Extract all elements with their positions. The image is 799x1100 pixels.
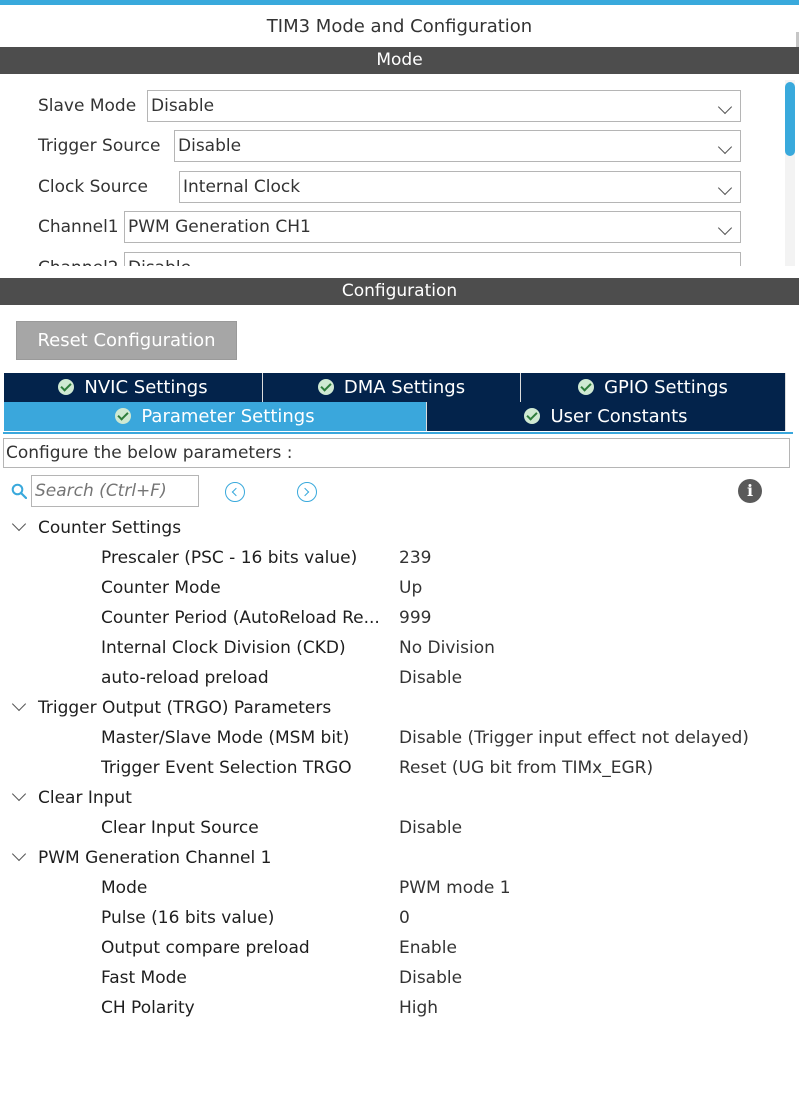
param-ch-polarity-value[interactable]: High [399,993,438,1023]
check-circle-icon [115,408,132,424]
group-pwm-channel1[interactable]: PWM Generation Channel 1 [38,843,271,873]
configure-caption: Configure the below parameters : [3,438,790,468]
param-counter-period-name: Counter Period (AutoReload Re... [101,608,380,628]
mode-row-slave-mode: Slave Mode Disable [38,90,741,122]
param-msm-value[interactable]: Disable (Trigger input effect not delaye… [399,723,749,753]
param-clock-division-name: Internal Clock Division (CKD) [101,638,346,658]
trigger-source-label: Trigger Source [38,136,161,156]
check-circle-icon [578,379,595,395]
search-prev-button[interactable] [225,482,245,502]
channel2-value: Disable [128,258,191,266]
param-prescaler-name: Prescaler (PSC - 16 bits value) [101,548,358,568]
channel1-select[interactable]: PWM Generation CH1 [124,211,741,243]
tab-label: User Constants [550,406,688,427]
chevron-down-icon [717,180,733,196]
tab-parameter-settings[interactable]: Parameter Settings [4,402,427,431]
param-pwm-mode-name: Mode [101,878,148,898]
chevron-down-icon [717,261,733,266]
trigger-source-select[interactable]: Disable [174,130,741,162]
param-clear-input-source-value[interactable]: Disable [399,813,462,843]
chevron-left-icon [231,487,241,497]
channel2-label: Channel2 [38,252,119,266]
trigger-source-value: Disable [178,136,242,156]
param-msm-name: Master/Slave Mode (MSM bit) [101,728,350,748]
mode-row-channel2: Channel2 Disable [38,252,741,266]
search-next-button[interactable] [297,482,317,502]
channel1-value: PWM Generation CH1 [128,217,311,237]
mode-row-channel1: Channel1 PWM Generation CH1 [38,211,741,243]
param-pwm-mode-value[interactable]: PWM mode 1 [399,873,511,903]
param-output-compare-preload-value[interactable]: Enable [399,933,457,963]
tab-label: NVIC Settings [84,377,208,398]
param-trgo-name: Trigger Event Selection TRGO [101,758,352,778]
channel2-select[interactable]: Disable [124,252,741,266]
chevron-down-icon [717,220,733,236]
param-fast-mode-name: Fast Mode [101,968,187,988]
tab-user-constants[interactable]: User Constants [427,402,786,431]
clock-source-label: Clock Source [38,177,148,197]
group-counter-settings[interactable]: Counter Settings [38,513,181,543]
clock-source-value: Internal Clock [183,177,301,197]
window-title: TIM3 Mode and Configuration [0,5,799,47]
tab-label: DMA Settings [343,377,466,398]
reset-configuration-button[interactable]: Reset Configuration [16,321,237,360]
param-prescaler-value[interactable]: 239 [399,543,431,573]
tab-label: Parameter Settings [141,406,315,427]
mode-row-clock-source: Clock Source Internal Clock [38,171,741,203]
param-autoreload-preload-value[interactable]: Disable [399,663,462,693]
check-circle-icon [58,379,75,395]
param-pulse-name: Pulse (16 bits value) [101,908,275,928]
param-counter-mode-value[interactable]: Up [399,573,422,603]
slave-mode-label: Slave Mode [38,96,137,116]
check-circle-icon [524,408,541,424]
tab-dma-settings[interactable]: DMA Settings [263,373,521,402]
chevron-right-icon [300,487,310,497]
param-counter-period-value[interactable]: 999 [399,603,431,633]
group-clear-input[interactable]: Clear Input [38,783,132,813]
tab-label: GPIO Settings [604,377,728,398]
mode-row-trigger-source: Trigger Source Disable [38,130,741,162]
param-counter-mode-name: Counter Mode [101,578,221,598]
search-input[interactable] [31,475,199,507]
param-clock-division-value[interactable]: No Division [399,633,495,663]
search-icon [11,483,27,499]
clock-source-select[interactable]: Internal Clock [179,171,741,203]
param-clear-input-source-name: Clear Input Source [101,818,259,838]
slave-mode-value: Disable [151,96,215,116]
mode-header: Mode [0,47,799,74]
info-icon[interactable]: i [738,479,762,503]
chevron-down-icon [717,99,733,115]
check-circle-icon [317,379,334,395]
param-trgo-value[interactable]: Reset (UG bit from TIMx_EGR) [399,753,653,783]
param-fast-mode-value[interactable]: Disable [399,963,462,993]
param-ch-polarity-name: CH Polarity [101,998,195,1018]
channel1-label: Channel1 [38,217,119,237]
param-pulse-value[interactable]: 0 [399,903,410,933]
tab-gpio-settings[interactable]: GPIO Settings [521,373,786,402]
group-trigger-output[interactable]: Trigger Output (TRGO) Parameters [38,693,331,723]
mode-panel: Slave Mode Disable Trigger Source Disabl… [0,74,799,266]
param-output-compare-preload-name: Output compare preload [101,938,310,958]
configuration-header: Configuration [0,278,799,305]
param-autoreload-preload-name: auto-reload preload [101,668,269,688]
chevron-down-icon [717,139,733,155]
tab-nvic-settings[interactable]: NVIC Settings [4,373,263,402]
slave-mode-select[interactable]: Disable [147,90,741,122]
mode-scrollbar-thumb[interactable] [785,82,795,156]
